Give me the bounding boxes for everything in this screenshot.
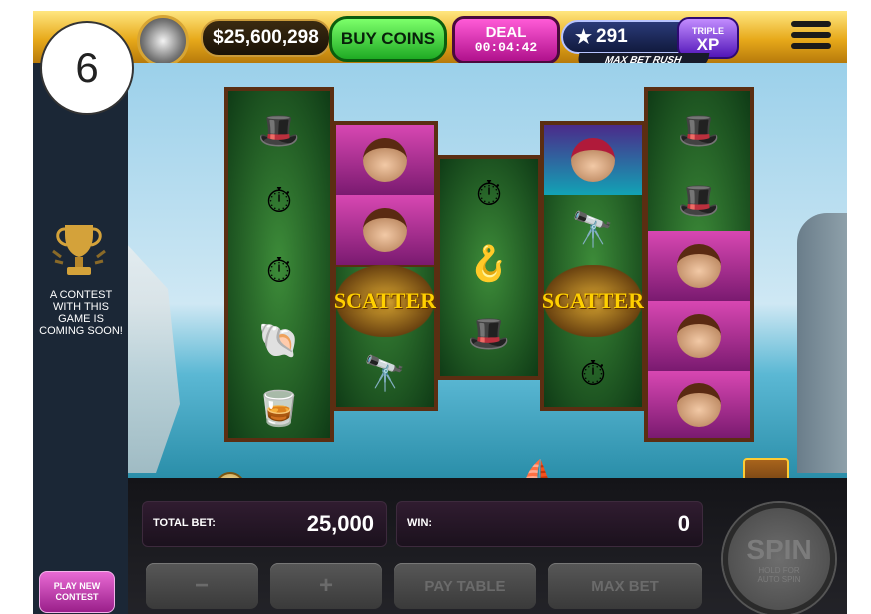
contest-coming-soon-text: A CONTEST WITH THIS GAME IS COMING SOON!: [39, 289, 123, 337]
total-bet-display: TOTAL BET: 25,000: [142, 501, 387, 547]
play-new-contest-label: PLAY NEW CONTEST: [53, 581, 101, 602]
top-hat-icon: 🎩: [467, 315, 511, 353]
hamburger-menu-icon[interactable]: [791, 21, 831, 51]
scatter-icon: SCATTER: [333, 265, 437, 337]
pocket-watch-icon: ⏱: [265, 181, 293, 220]
total-bet-label: TOTAL BET:: [153, 517, 216, 529]
top-hat-icon: 🎩: [677, 182, 721, 220]
spyglass-icon: 🔭: [363, 355, 407, 393]
left-panel: A CONTEST WITH THIS GAME IS COMING SOON!: [33, 63, 128, 614]
pocket-watch-icon: ⏱: [265, 251, 293, 290]
pirate-ship-icon: ⛵: [520, 459, 555, 478]
top-hat-icon: 🎩: [677, 112, 721, 150]
reel-3: ⏱ 🪝 🎩: [436, 155, 542, 380]
win-label: WIN:: [407, 517, 433, 529]
vault-coin-icon: [137, 15, 189, 67]
thimble-icon: 🥃: [257, 389, 301, 428]
control-panel: TOTAL BET: 25,000 WIN: 0 − + PAY TABLE M…: [128, 478, 847, 614]
top-hat-icon: 🎩: [257, 112, 301, 150]
reel-4: 🔭 SCATTER ⏱: [540, 121, 646, 411]
scatter-label: SCATTER: [541, 288, 645, 313]
step-number-badge: 6: [40, 21, 134, 115]
background-cliff: [797, 213, 847, 473]
hook-icon: 🪝: [467, 245, 511, 283]
scatter-icon: SCATTER: [541, 265, 645, 337]
slot-game-screen: $25,600,298 BUY COINS DEAL 00:04:42 ★ 29…: [33, 11, 847, 614]
star-icon: ★: [575, 26, 593, 48]
spin-button[interactable]: SPIN HOLD FOR AUTO SPIN: [723, 503, 835, 614]
spin-label: SPIN: [746, 534, 812, 565]
reel-scene: 🎩 ⏱ ⏱ 🐚 🥃 SCATTER 🔭 ⏱ 🪝 🎩 🔭 SCATTER ⏱ 🎩 …: [128, 63, 847, 478]
scatter-label: SCATTER: [333, 288, 437, 313]
lady-icon: [336, 195, 434, 267]
play-new-contest-button[interactable]: PLAY NEW CONTEST: [39, 571, 115, 613]
mermaid-icon: [544, 125, 642, 195]
coin-balance: $25,600,298: [201, 19, 331, 57]
treasure-chest-icon: [743, 458, 789, 478]
xp-main-label: XP: [696, 35, 720, 54]
trophy-icon: [52, 225, 106, 275]
buy-coins-button[interactable]: BUY COINS: [329, 16, 447, 62]
top-bar: $25,600,298 BUY COINS DEAL 00:04:42 ★ 29…: [33, 11, 847, 67]
pocket-watch-icon: ⏱: [475, 174, 503, 213]
lady-icon: [648, 231, 750, 303]
reel-5: 🎩 🎩: [644, 87, 754, 442]
win-display: WIN: 0: [396, 501, 703, 547]
total-bet-value: 25,000: [306, 511, 374, 536]
pocket-watch-icon: ⏱: [579, 354, 607, 393]
lady-icon: [648, 301, 750, 373]
pay-table-button[interactable]: PAY TABLE: [394, 563, 536, 609]
max-bet-button[interactable]: MAX BET: [548, 563, 702, 609]
background-ship: [128, 243, 180, 473]
deal-timer: 00:04:42: [474, 40, 538, 55]
reel-2: SCATTER 🔭: [332, 121, 438, 411]
increase-bet-button[interactable]: +: [270, 563, 382, 609]
decrease-bet-button[interactable]: −: [146, 563, 258, 609]
star-points[interactable]: ★ 291: [561, 20, 695, 54]
buy-coins-label: BUY COINS: [340, 29, 436, 48]
spin-hint: HOLD FOR AUTO SPIN: [757, 566, 801, 584]
lady-icon: [648, 371, 750, 440]
lady-icon: [336, 125, 434, 197]
shell-icon: 🐚: [257, 322, 301, 360]
deal-label: DEAL: [485, 24, 527, 41]
win-value: 0: [677, 511, 690, 536]
star-count: 291: [596, 26, 628, 47]
deal-button[interactable]: DEAL 00:04:42: [452, 16, 560, 64]
reel-1: 🎩 ⏱ ⏱ 🐚 🥃: [224, 87, 334, 442]
spyglass-icon: 🔭: [571, 211, 615, 249]
